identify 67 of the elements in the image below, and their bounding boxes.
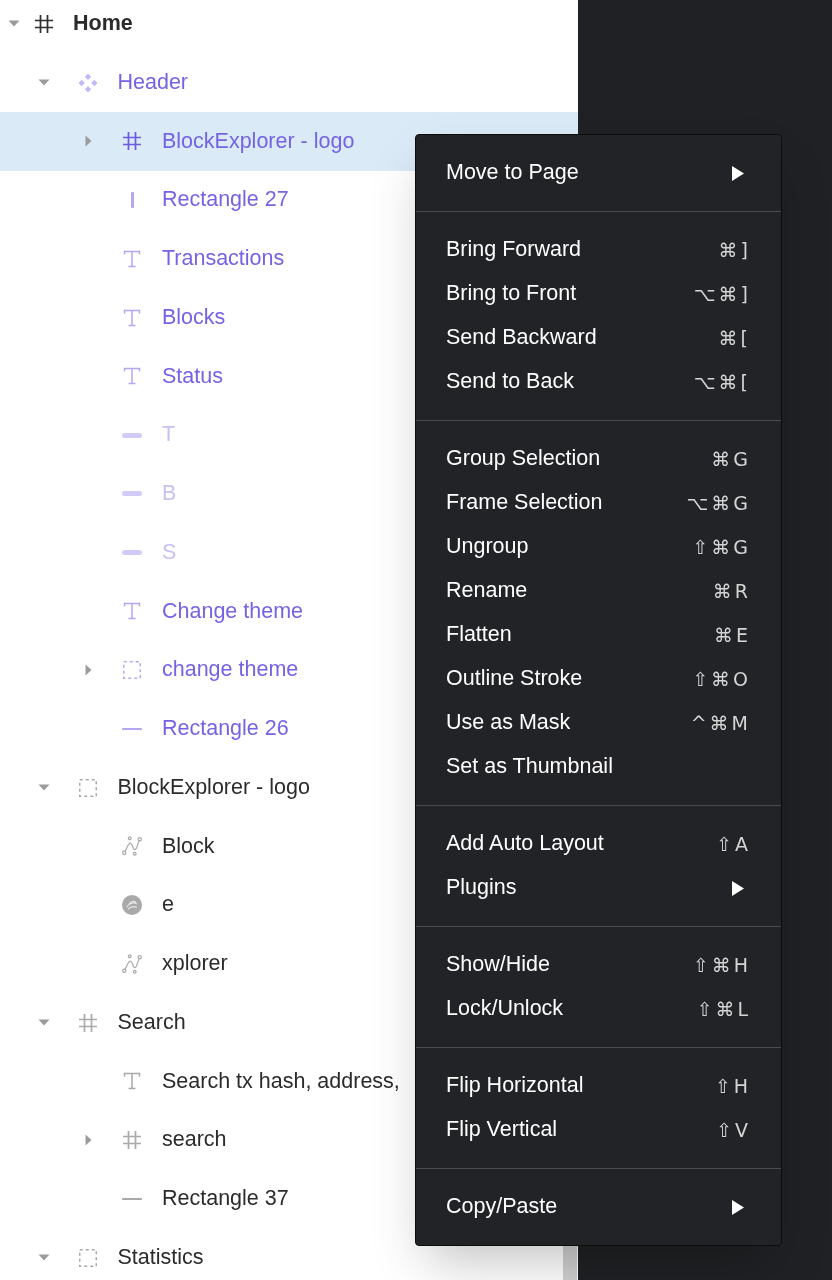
caret-right-icon[interactable] bbox=[84, 664, 92, 677]
keyboard-shortcut: ⇧V bbox=[716, 1120, 751, 1140]
caret-down-icon[interactable] bbox=[38, 1019, 50, 1027]
text-t-icon bbox=[123, 367, 141, 386]
menu-item[interactable]: Add Auto Layout ⇧A bbox=[416, 822, 781, 866]
dashed-square-icon bbox=[79, 1248, 97, 1267]
layer-row[interactable]: Statistics bbox=[0, 1228, 578, 1280]
menu-item[interactable]: Send Backward ⌘[ bbox=[416, 316, 781, 360]
horizontal-bar-icon bbox=[122, 550, 142, 556]
keyboard-shortcut: ⇧⌘H bbox=[692, 955, 751, 975]
menu-item[interactable]: Lock/Unlock ⇧⌘L bbox=[416, 987, 781, 1031]
text-t-icon bbox=[123, 308, 141, 327]
menu-item[interactable]: Ungroup ⇧⌘G bbox=[416, 525, 781, 569]
keyboard-shortcut: ⌥⌘] bbox=[693, 284, 751, 304]
caret-down-icon[interactable] bbox=[38, 79, 50, 87]
pen-path-icon bbox=[122, 835, 142, 858]
layer-row[interactable]: Home bbox=[0, 0, 578, 54]
menu-item[interactable]: Show/Hide ⇧⌘H bbox=[416, 943, 781, 987]
caret-right-icon[interactable] bbox=[84, 1134, 92, 1147]
dashed-square-icon bbox=[79, 778, 97, 797]
layer-row[interactable]: Header bbox=[0, 53, 578, 113]
frame-hash-icon bbox=[34, 14, 54, 34]
keyboard-shortcut: ⇧A bbox=[716, 834, 751, 854]
keyboard-shortcut: ⌘[ bbox=[718, 328, 751, 348]
menu-item[interactable]: Copy/Paste bbox=[416, 1185, 781, 1229]
keyboard-shortcut: ⇧⌘O bbox=[692, 669, 751, 689]
menu-item[interactable]: Frame Selection ⌥⌘G bbox=[416, 481, 781, 525]
text-t-icon bbox=[123, 250, 141, 268]
menu-item[interactable]: Outline Stroke ⇧⌘O bbox=[416, 657, 781, 701]
menu-item[interactable]: Set as Thumbnail bbox=[416, 745, 781, 789]
text-t-icon bbox=[123, 1072, 141, 1091]
menu-item[interactable]: Plugins bbox=[416, 866, 781, 910]
frame-hash-icon bbox=[78, 1012, 98, 1033]
keyboard-shortcut: ^⌘M bbox=[690, 713, 751, 733]
keyboard-shortcut: ⇧⌘G bbox=[692, 537, 751, 557]
keyboard-shortcut: ⌘G bbox=[711, 449, 751, 469]
keyboard-shortcut: ⌥⌘G bbox=[686, 493, 751, 513]
menu-item[interactable]: Group Selection ⌘G bbox=[416, 437, 781, 481]
component-diamonds-icon bbox=[78, 72, 98, 93]
menu-item[interactable]: Send to Back ⌥⌘[ bbox=[416, 360, 781, 404]
menu-item[interactable]: Flip Vertical ⇧V bbox=[416, 1108, 781, 1152]
swirl-circle-icon bbox=[122, 895, 142, 916]
menu-item[interactable]: Rename ⌘R bbox=[416, 569, 781, 613]
horizontal-bar-icon bbox=[122, 432, 142, 438]
pen-path-icon bbox=[122, 953, 142, 975]
keyboard-shortcut: ⇧H bbox=[714, 1076, 751, 1096]
keyboard-shortcut: ⌘] bbox=[718, 240, 751, 260]
frame-hash-icon bbox=[122, 1130, 142, 1151]
horizontal-line-icon bbox=[122, 727, 142, 731]
keyboard-shortcut: ⌘E bbox=[714, 625, 751, 645]
keyboard-shortcut: ⌘R bbox=[712, 581, 751, 601]
menu-item[interactable]: Bring to Front ⌥⌘] bbox=[416, 272, 781, 316]
keyboard-shortcut: ⌥⌘[ bbox=[693, 372, 751, 392]
dashed-square-icon bbox=[123, 661, 141, 680]
frame-hash-icon bbox=[122, 131, 142, 152]
menu-item[interactable]: Flip Horizontal ⇧H bbox=[416, 1064, 781, 1108]
menu-item[interactable]: Bring Forward ⌘] bbox=[416, 228, 781, 272]
horizontal-bar-icon bbox=[122, 491, 142, 497]
menu-item[interactable]: Use as Mask ^⌘M bbox=[416, 701, 781, 745]
menu-item[interactable]: Flatten ⌘E bbox=[416, 613, 781, 657]
caret-down-icon[interactable] bbox=[8, 20, 20, 28]
caret-right-icon[interactable] bbox=[84, 135, 92, 148]
caret-down-icon[interactable] bbox=[38, 1254, 50, 1262]
text-t-icon bbox=[123, 602, 141, 621]
horizontal-line-icon bbox=[122, 1197, 142, 1201]
keyboard-shortcut: ⇧⌘L bbox=[696, 999, 751, 1019]
caret-down-icon[interactable] bbox=[38, 784, 50, 792]
